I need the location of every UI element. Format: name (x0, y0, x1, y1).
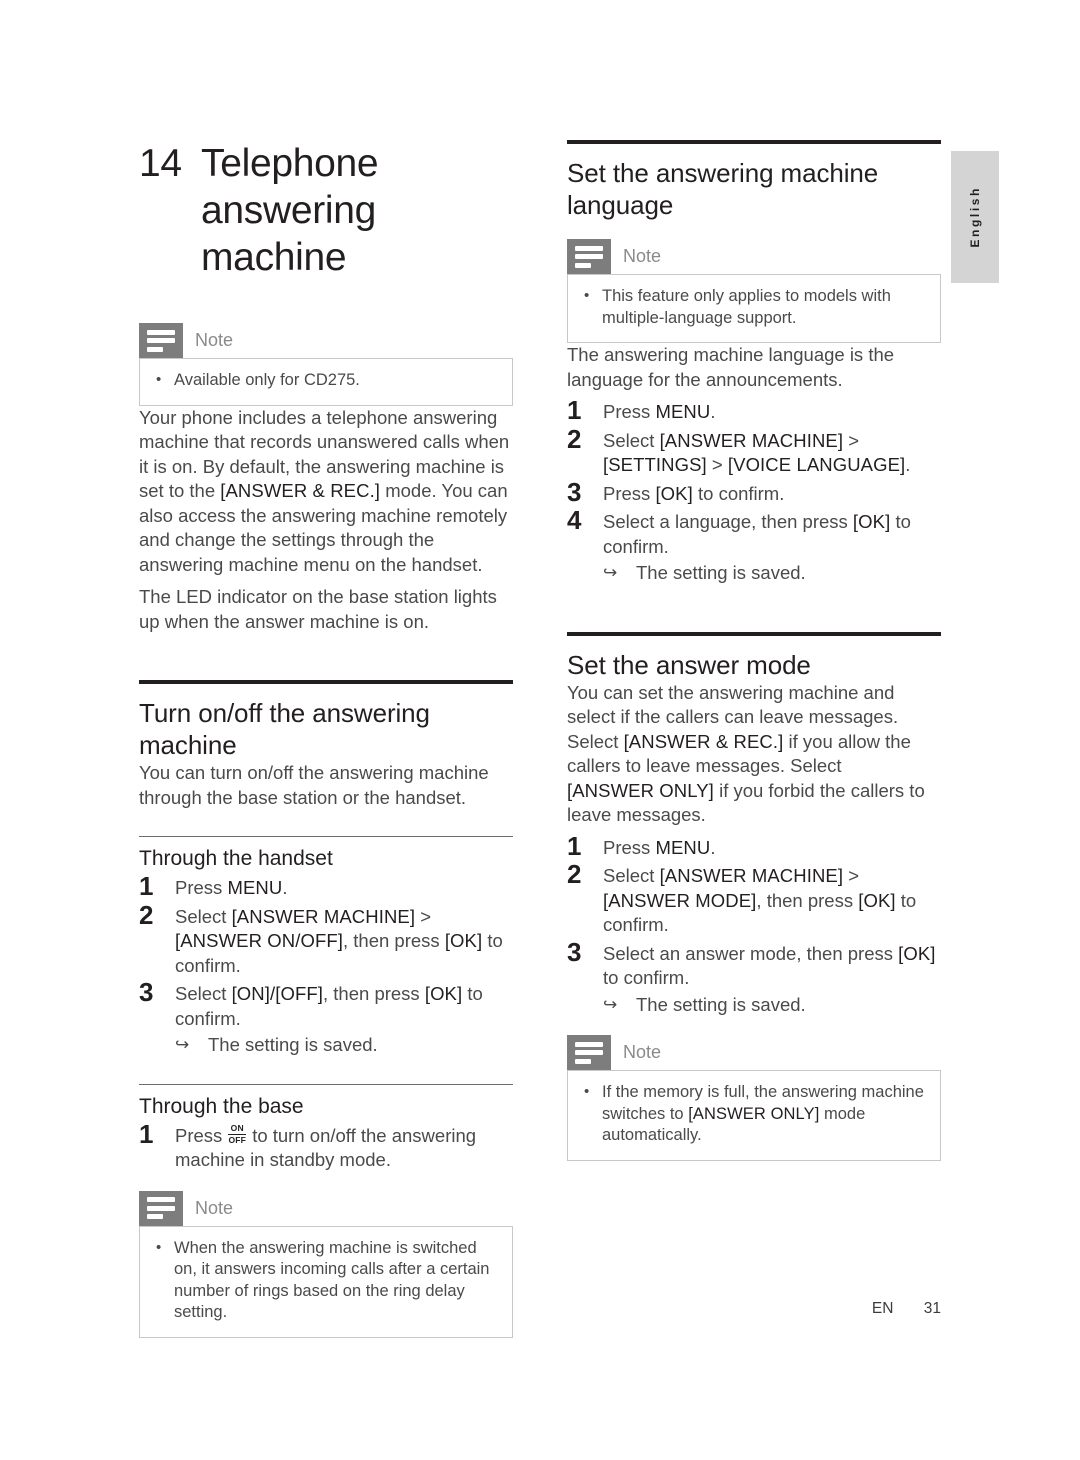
subsection-rule (139, 1083, 513, 1085)
step-list-base: Press ON OFF to turn on/off the answerin… (139, 1120, 513, 1173)
intro-paragraph-1: Your phone includes a telephone answerin… (139, 406, 510, 575)
note-item: When the answering machine is switched o… (154, 1237, 498, 1324)
chapter-title: 14 Telephone answering machine (139, 140, 513, 281)
footer-page-number: 31 (923, 1300, 941, 1317)
section-rule (567, 631, 941, 636)
step-item: Press MENU. (567, 396, 716, 423)
section-intro: You can turn on/off the answering machin… (139, 762, 489, 808)
step-item: Press MENU. (139, 872, 288, 899)
step-item: Select an answer mode, then press [OK] t… (567, 938, 941, 1018)
note-box-availability: Note Available only for CD275. (139, 323, 513, 406)
step-result-text: The setting is saved. (208, 1034, 378, 1055)
note-item: If the memory is full, the answering mac… (582, 1081, 926, 1147)
step-item: Select [ANSWER MACHINE] > [ANSWER MODE],… (567, 860, 917, 935)
note-list: If the memory is full, the answering mac… (582, 1081, 926, 1147)
note-body: Available only for CD275. (139, 358, 513, 406)
step-item: Select [ON]/[OFF], then press [OK] to co… (139, 978, 513, 1058)
note-header: Note (139, 323, 513, 358)
note-icon (139, 323, 183, 358)
section-set-language: Set the answering machine language Note … (567, 140, 941, 586)
step-result: ↪ The setting is saved. (603, 993, 941, 1018)
step-list-language: Press MENU. Select [ANSWER MACHINE] > [S… (567, 396, 941, 586)
section-intro: You can set the answering machine and se… (567, 681, 925, 826)
note-label: Note (195, 330, 234, 350)
right-column: Set the answering machine language Note … (567, 140, 941, 1161)
step-item: Select [ANSWER MACHINE] > [ANSWER ON/OFF… (139, 901, 503, 976)
section-rule (567, 140, 941, 144)
section-intro: The answering machine language is the la… (567, 344, 895, 390)
arrow-icon: ↪ (603, 994, 618, 1014)
chapter-number: 14 (139, 142, 182, 185)
note-header: Note (567, 239, 941, 274)
note-body: If the memory is full, the answering mac… (567, 1070, 941, 1161)
section-turn-onoff: Turn on/off the answering machine You ca… (139, 680, 513, 1338)
intro-paragraph-2: The LED indicator on the base station li… (139, 586, 497, 632)
note-label: Note (623, 1042, 662, 1062)
step-result-text: The setting is saved. (636, 993, 806, 1015)
note-header: Note (139, 1190, 513, 1226)
note-label: Note (195, 1197, 234, 1218)
subsection-rule (139, 836, 513, 837)
step-result: ↪ The setting is saved. (175, 1033, 513, 1058)
section-heading: Turn on/off the answering machine (139, 698, 430, 760)
step-item: Select [ANSWER MACHINE] > [SETTINGS] > [… (567, 425, 911, 476)
subsection-through-handset: Through the handset Press MENU. Select [… (139, 836, 513, 1058)
note-item: Available only for CD275. (154, 369, 498, 392)
section-rule (139, 680, 513, 684)
note-label: Note (623, 246, 662, 266)
subsection-through-base: Through the base Press ON OFF to turn on… (139, 1083, 513, 1173)
note-list: This feature only applies to models with… (582, 285, 926, 329)
note-list: Available only for CD275. (154, 369, 498, 392)
chapter-title-text: Telephone answering machine (201, 142, 379, 279)
manual-page: 14 Telephone answering machine Note Avai… (0, 0, 1080, 1460)
note-list: When the answering machine is switched o… (154, 1237, 498, 1324)
footer-language-code: EN (871, 1300, 894, 1317)
note-box-ring-delay: Note When the answering machine is switc… (139, 1190, 513, 1338)
note-body: When the answering machine is switched o… (139, 1225, 513, 1338)
subsection-heading: Through the handset (139, 847, 333, 870)
note-item: This feature only applies to models with… (582, 285, 926, 329)
step-result: ↪ The setting is saved. (603, 561, 941, 586)
note-header: Note (567, 1035, 941, 1070)
step-result-text: The setting is saved. (636, 562, 806, 583)
step-item: Press [OK] to confirm. (567, 478, 785, 505)
on-label: ON (228, 1123, 247, 1135)
left-column: 14 Telephone answering machine Note Avai… (139, 140, 513, 1338)
note-box-memory-full: Note If the memory is full, the answerin… (567, 1035, 941, 1161)
step-list-answer-mode: Press MENU. Select [ANSWER MACHINE] > [A… (567, 832, 941, 1018)
arrow-icon: ↪ (175, 1035, 190, 1054)
note-icon (139, 1190, 183, 1226)
note-box-multilanguage: Note This feature only applies to models… (567, 239, 941, 343)
section-set-answer-mode: Set the answer mode You can set the answ… (567, 631, 941, 1161)
note-icon (567, 239, 611, 274)
step-item: Select a language, then press [OK] to co… (567, 506, 941, 586)
off-label: OFF (228, 1134, 247, 1145)
language-side-tab-label: English (968, 186, 982, 248)
on-off-button-icon: ON OFF (228, 1123, 247, 1145)
arrow-icon: ↪ (603, 563, 618, 582)
step-item: Press ON OFF to turn on/off the answerin… (139, 1120, 513, 1173)
language-side-tab: English (951, 151, 999, 283)
section-heading: Set the answer mode (567, 649, 811, 680)
section-heading: Set the answering machine language (567, 158, 879, 220)
step-list-handset: Press MENU. Select [ANSWER MACHINE] > [A… (139, 872, 513, 1058)
page-footer: EN 31 (567, 1300, 941, 1318)
subsection-heading: Through the base (139, 1094, 304, 1118)
step-prefix: Press (175, 1124, 223, 1146)
note-body: This feature only applies to models with… (567, 274, 941, 343)
note-icon (567, 1035, 611, 1070)
step-item: Press MENU. (567, 832, 716, 859)
